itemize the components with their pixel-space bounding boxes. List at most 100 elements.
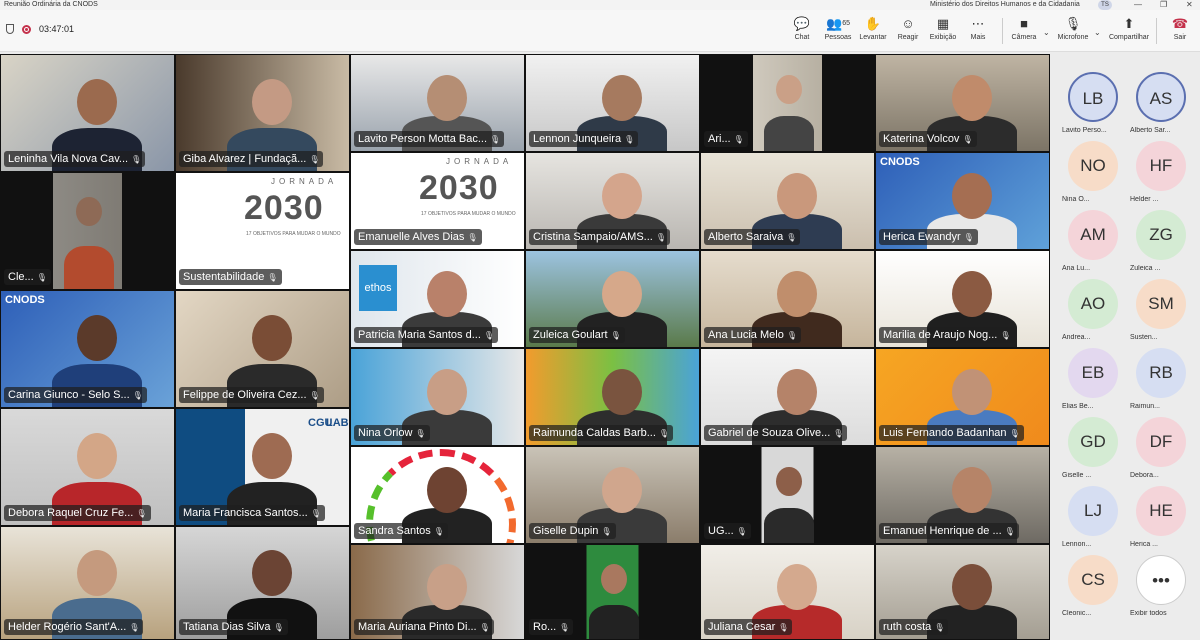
video-tile[interactable]: Ro... 🎙 xyxy=(525,544,700,640)
participant-avatar[interactable]: ZG xyxy=(1136,210,1186,260)
video-tile[interactable]: Lavito Person Motta Bac... 🎙 xyxy=(350,54,525,152)
participant-body xyxy=(588,604,639,639)
video-tile[interactable]: JORNADA 2030 17 OBJETIVOS PARA MUDAR O MUN… xyxy=(350,152,525,250)
mic-muted-icon: 🎙 xyxy=(1000,331,1011,340)
video-tile[interactable]: UG... 🎙 xyxy=(700,446,875,544)
mic-muted-icon: 🎙 xyxy=(624,135,635,144)
video-tile[interactable]: Katerina Volcov 🎙 xyxy=(875,54,1050,152)
participant-name: Gabriel de Souza Olive... 🎙 xyxy=(704,425,848,441)
participant-video xyxy=(602,270,643,317)
show-all-button[interactable]: ••• xyxy=(1136,555,1186,605)
video-tile[interactable]: Gabriel de Souza Olive... 🎙 xyxy=(700,348,875,446)
participant-name-text: Luis Fernando Badanhan xyxy=(883,427,1007,439)
participant-avatar[interactable]: LJ xyxy=(1068,486,1118,536)
participant-video xyxy=(252,549,293,596)
chevron-down-icon[interactable]: ⌄ xyxy=(1043,28,1050,37)
video-tile[interactable]: Emanuel Henrique de ... 🎙 xyxy=(875,446,1050,544)
close-icon[interactable]: ✕ xyxy=(1186,0,1193,9)
participant-video xyxy=(952,564,993,611)
participant-name-text: Maria Auriana Pinto Di... xyxy=(358,621,477,633)
video-tile[interactable]: Sandra Santos 🎙 xyxy=(350,446,525,544)
participant-name-text: Marilia de Araujo Nog... xyxy=(883,329,998,341)
video-tile[interactable]: Giba Alvarez | Fundaçã... 🎙 xyxy=(175,54,350,172)
mic-muted-icon: 🎙 xyxy=(309,155,320,164)
chat-button[interactable]: 💬 Chat xyxy=(782,16,822,41)
video-tile[interactable]: Raimunda Caldas Barb... 🎙 xyxy=(525,348,700,446)
video-tile[interactable]: ruth costa 🎙 xyxy=(875,544,1050,640)
share-button[interactable]: ⬆ Compartilhar xyxy=(1107,16,1151,41)
people-button[interactable]: 👥65 Pessoas xyxy=(818,16,858,41)
participant-video xyxy=(77,432,118,479)
view-button[interactable]: ▦ Exibição xyxy=(923,16,963,41)
chevron-down-icon[interactable]: ⌄ xyxy=(1094,28,1101,37)
participant-avatar[interactable]: AS xyxy=(1136,72,1186,122)
participant-name: Sustentabilidade 🎙 xyxy=(179,269,282,285)
maximize-icon[interactable]: ❐ xyxy=(1160,0,1167,9)
participant-avatar[interactable]: HF xyxy=(1136,141,1186,191)
participant-panel-name: Andrea... xyxy=(1062,334,1091,341)
participant-avatar[interactable]: EB xyxy=(1068,348,1118,398)
participant-name-text: Patricia Maria Santos d... xyxy=(358,329,481,341)
video-tile[interactable]: Marilia de Araujo Nog... 🎙 xyxy=(875,250,1050,348)
more-label: Mais xyxy=(970,34,986,41)
participant-avatar[interactable]: SM xyxy=(1136,279,1186,329)
participant-avatar[interactable]: NO xyxy=(1068,141,1118,191)
video-tile[interactable]: CNODS Carina Giunco - Selo S... 🎙 xyxy=(0,290,175,408)
video-tile[interactable]: Felippe de Oliveira Cez... 🎙 xyxy=(175,290,350,408)
participant-panel-name: Lavito Perso... xyxy=(1062,127,1107,134)
video-tile[interactable]: CGU LAB Maria Francisca Santos... 🎙 xyxy=(175,408,350,526)
video-tile[interactable]: ethos Patricia Maria Santos d... 🎙 xyxy=(350,250,525,348)
people-label: Pessoas xyxy=(824,34,852,41)
video-tile[interactable]: Giselle Dupin 🎙 xyxy=(525,446,700,544)
video-tile[interactable]: Nina Orlow 🎙 xyxy=(350,348,525,446)
video-tile[interactable]: Luis Fernando Badanhan 🎙 xyxy=(875,348,1050,446)
camera-button[interactable]: ■ Câmera xyxy=(1004,16,1044,41)
video-tile[interactable]: Cle... 🎙 xyxy=(0,172,175,290)
participant-video xyxy=(427,466,468,513)
user-avatar[interactable]: TS xyxy=(1098,0,1112,10)
participant-name: Felippe de Oliveira Cez... 🎙 xyxy=(179,387,324,403)
video-tile[interactable]: Alberto Saraiva 🎙 xyxy=(700,152,875,250)
participant-panel-name: Alberto Sar... xyxy=(1130,127,1171,134)
participant-name: Giselle Dupin 🎙 xyxy=(529,523,616,539)
video-tile[interactable]: Juliana Cesar 🎙 xyxy=(700,544,875,640)
participant-name-text: UG... xyxy=(708,525,734,537)
participant-avatar[interactable]: CS xyxy=(1068,555,1118,605)
video-tile[interactable]: CNODS Herica Ewandyr 🎙 xyxy=(875,152,1050,250)
participant-video xyxy=(77,549,118,596)
participant-name: Juliana Cesar 🎙 xyxy=(704,619,793,635)
participant-video xyxy=(602,466,643,513)
leave-button[interactable]: ☎ Sair xyxy=(1160,16,1200,41)
participant-avatar[interactable]: AM xyxy=(1068,210,1118,260)
video-tile[interactable]: Cristina Sampaio/AMS... 🎙 xyxy=(525,152,700,250)
video-tile[interactable]: Lennon Junqueira 🎙 xyxy=(525,54,700,152)
participant-name-text: Ana Lucia Melo xyxy=(708,329,784,341)
video-tile[interactable]: Tatiana Dias Silva 🎙 xyxy=(175,526,350,640)
more-button[interactable]: ⋯ Mais xyxy=(958,16,998,41)
participant-name-text: Emanuel Henrique de ... xyxy=(883,525,1002,537)
participant-avatar[interactable]: HE xyxy=(1136,486,1186,536)
video-tile[interactable]: Helder Rogério Sant'A... 🎙 xyxy=(0,526,175,640)
minimize-icon[interactable]: — xyxy=(1134,0,1142,9)
camera-icon: ■ xyxy=(1020,16,1028,31)
participant-avatar[interactable]: GD xyxy=(1068,417,1118,467)
video-tile[interactable]: Leninha Vila Nova Cav... 🎙 xyxy=(0,54,175,172)
participant-avatar[interactable]: DF xyxy=(1136,417,1186,467)
participant-avatar[interactable]: LB xyxy=(1068,72,1118,122)
participant-name-text: ruth costa xyxy=(883,621,932,633)
raise-hand-button[interactable]: ✋ Levantar xyxy=(853,16,893,41)
participant-avatar[interactable]: RB xyxy=(1136,348,1186,398)
share-label: Compartilhar xyxy=(1108,34,1150,41)
video-tile[interactable]: Ana Lucia Melo 🎙 xyxy=(700,250,875,348)
react-button[interactable]: ☺ Reagir xyxy=(888,16,928,41)
video-tile[interactable]: Maria Auriana Pinto Di... 🎙 xyxy=(350,544,525,640)
video-tile[interactable]: Zuleica Goulart 🎙 xyxy=(525,250,700,348)
participant-video xyxy=(77,78,118,125)
video-tile[interactable]: Ari... 🎙 xyxy=(700,54,875,152)
participant-name-text: Katerina Volcov xyxy=(883,133,960,145)
microphone-button[interactable]: 🎙 Microfone xyxy=(1053,16,1093,41)
video-tile[interactable]: Debora Raquel Cruz Fe... 🎙 xyxy=(0,408,175,526)
video-tile[interactable]: JORNADA 2030 17 OBJETIVOS PARA MUDAR O MUN… xyxy=(175,172,350,290)
participant-video xyxy=(602,74,643,121)
participant-avatar[interactable]: AO xyxy=(1068,279,1118,329)
